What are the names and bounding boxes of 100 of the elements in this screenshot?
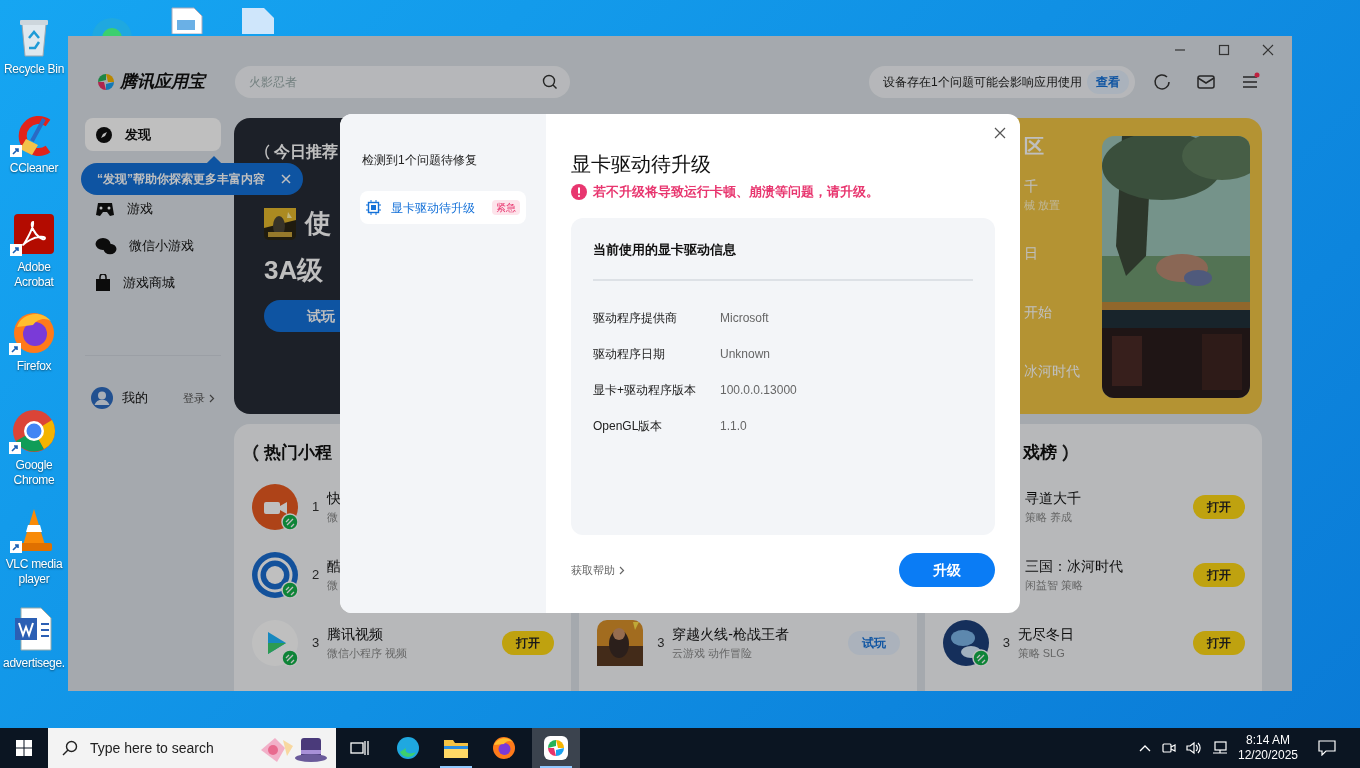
open-button[interactable]: 打开 <box>1193 631 1245 655</box>
chip-icon <box>366 200 381 215</box>
try-button[interactable]: 试玩 <box>847 631 900 655</box>
desktop-shortcut[interactable]: Google Chrome <box>0 404 68 503</box>
ring-icon[interactable] <box>252 552 298 598</box>
app-meta: 微 <box>327 578 338 594</box>
taskbar-app[interactable] <box>532 728 580 768</box>
feature-item-title: 开始 <box>1024 303 1052 322</box>
issue-item[interactable]: 显卡驱动待升级 紧急 <box>360 191 526 224</box>
laurel-icon <box>252 444 260 462</box>
laurel-icon <box>1060 444 1069 462</box>
app-name: 三国：冰河时代 <box>1024 557 1123 577</box>
chevron-right-icon <box>619 565 625 575</box>
maximize-icon[interactable] <box>1218 44 1230 56</box>
desktop-shortcut[interactable]: CCleaner <box>0 107 68 206</box>
fox-globe-icon <box>492 736 516 760</box>
search-icon <box>62 740 78 756</box>
info-value: 100.0.0.13000 <box>720 382 797 399</box>
browser-icon <box>396 736 420 760</box>
sidebar-item[interactable]: 游戏商城 <box>85 266 221 299</box>
app-name: 快 <box>327 489 341 509</box>
info-value: Microsoft <box>720 310 769 327</box>
info-value: Unknown <box>720 346 771 363</box>
login-link[interactable]: 登录 <box>183 389 215 407</box>
app-meta: 策略 SLG <box>1017 646 1065 662</box>
laurel-icon <box>264 144 270 160</box>
time-text: 8:14 AM <box>1246 733 1290 748</box>
search-placeholder: Type here to search <box>90 738 214 758</box>
task-view-icon <box>350 739 370 757</box>
game-tagline: 3A级 <box>264 254 324 287</box>
rank-number: 3 <box>657 635 665 651</box>
shortcut-arrow-icon <box>10 244 22 256</box>
play-icon[interactable] <box>252 620 298 666</box>
speaker-icon[interactable] <box>1186 741 1202 755</box>
rank-number: 2 <box>312 567 320 583</box>
issues-heading: 检测到1个问题待修复 <box>361 152 478 169</box>
banner-heading: 今日推荐 <box>274 142 338 162</box>
clock[interactable]: 8:14 AM 12/20/2025 <box>1238 733 1298 763</box>
network-icon[interactable] <box>1212 741 1228 755</box>
warning-text: 若不升级将导致运行卡顿、崩溃等问题，请升级。 <box>593 183 879 202</box>
folder-icon <box>443 737 469 759</box>
desktop-shortcut[interactable]: Firefox <box>0 305 68 404</box>
rank-number: 3 <box>312 635 320 651</box>
logo-icon <box>96 72 116 92</box>
account-label: 我的 <box>122 389 148 408</box>
compass-icon <box>95 125 113 144</box>
game-title: 使 <box>305 207 331 240</box>
feature-item-title: 千 <box>1024 176 1039 196</box>
app-name: 寻道大千 <box>1024 489 1081 509</box>
app-name: 穿越火线-枪战王者 <box>672 625 789 645</box>
mail-icon[interactable] <box>1196 72 1216 92</box>
upgrade-button[interactable]: 升级 <box>899 553 995 587</box>
urgent-badge: 紧急 <box>492 200 520 215</box>
rank-number: 3 <box>1002 635 1010 651</box>
app-meta: 闲益智 策略 <box>1024 578 1083 594</box>
desktop-shortcut[interactable]: VLC media player <box>0 503 68 602</box>
warning-icon <box>571 184 587 200</box>
sidebar-item[interactable]: 发现 <box>85 118 221 151</box>
info-heading: 当前使用的显卡驱动信息 <box>593 241 737 259</box>
desktop-shortcut[interactable]: advertisege. <box>0 602 68 701</box>
shortcut-arrow-icon <box>10 145 22 157</box>
rank-number: 1 <box>312 499 320 515</box>
open-button[interactable]: 打开 <box>1193 563 1245 587</box>
info-label: 显卡+驱动程序版本 <box>593 382 697 399</box>
refresh-icon[interactable] <box>1152 72 1172 92</box>
ring-icon <box>11 408 57 454</box>
app-name: 酷 <box>327 557 341 577</box>
desktop-shortcut[interactable]: Adobe Acrobat <box>0 206 68 305</box>
desktop-shortcut[interactable]: Recycle Bin <box>0 8 68 107</box>
shortcut-arrow-icon <box>10 541 22 553</box>
close-icon[interactable] <box>994 127 1006 139</box>
taskbar-search-field[interactable]: Type here to search <box>48 728 336 768</box>
avatar-icon[interactable] <box>91 387 113 409</box>
document-icon <box>13 606 55 652</box>
app-meta: 策略 养成 <box>1024 510 1072 526</box>
feature-item-title: 冰河时代 <box>1024 362 1080 381</box>
camera-icon[interactable] <box>1162 741 1176 755</box>
chevron-right-icon <box>209 393 215 403</box>
open-button[interactable]: 打开 <box>502 631 555 655</box>
search-icon[interactable] <box>542 74 558 90</box>
info-label: 驱动程序日期 <box>593 346 666 363</box>
image-file-icon[interactable] <box>170 6 204 34</box>
sidebar-item[interactable]: 游戏 <box>85 192 221 225</box>
notice-text: 设备存在1个问题可能会影响应用使用 <box>883 74 1082 91</box>
app-meta: 云游戏 动作冒险 <box>672 646 753 662</box>
info-label: OpenGL版本 <box>593 418 664 435</box>
notification-icon[interactable] <box>1318 740 1336 756</box>
view-button[interactable]: 查看 <box>1087 70 1129 94</box>
open-button[interactable]: 打开 <box>1193 495 1245 519</box>
search-field[interactable]: 火影忍者 <box>235 66 570 98</box>
close-icon[interactable] <box>1262 44 1274 56</box>
app-meta: 微 <box>327 510 338 526</box>
help-link[interactable]: 获取帮助 <box>571 561 625 579</box>
windows-icon <box>16 740 32 756</box>
list-title: 热门小程 <box>264 442 332 465</box>
tooltip-text: “发现”帮助你探索更多丰富内容 <box>97 171 265 188</box>
globe-icon[interactable] <box>942 620 989 666</box>
sidebar-item[interactable]: 微信小游戏 <box>85 229 221 262</box>
info-value: 1.1.0 <box>720 418 747 435</box>
app-name: 无尽冬日 <box>1017 625 1074 645</box>
